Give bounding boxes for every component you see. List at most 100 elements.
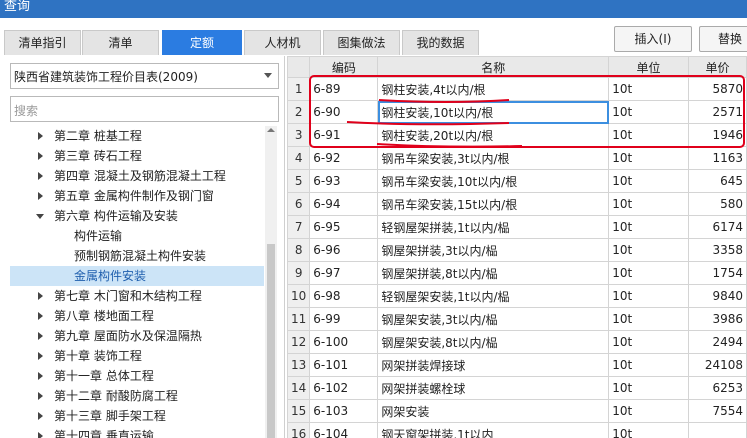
cell-name[interactable]: 钢柱安装,20t以内/根 (377, 123, 610, 147)
cell-price[interactable]: 3986 (687, 307, 747, 331)
cell-unit[interactable]: 10t (608, 376, 689, 400)
expand-arrow-icon[interactable] (38, 152, 43, 160)
tree-item-ch9[interactable]: 第九章 屋面防水及保温隔热 (10, 326, 264, 346)
expand-arrow-icon[interactable] (38, 292, 43, 300)
cell-unit[interactable]: 10t (608, 146, 689, 170)
table-row[interactable]: 14 6-102 网架拼装螺栓球 10t 6253 (287, 376, 747, 400)
cell-unit[interactable]: 10t (608, 353, 689, 377)
table-row[interactable]: 16 6-104 钢天窗架拼装,1t以内 10t (287, 422, 747, 438)
table-row[interactable]: 5 6-93 钢吊车梁安装,10t以内/根 10t 645 (287, 169, 747, 193)
expand-arrow-icon[interactable] (38, 412, 43, 420)
cell-name[interactable]: 钢柱安装,4t以内/根 (377, 77, 610, 101)
cell-code[interactable]: 6-92 (309, 146, 379, 170)
table-row[interactable]: 4 6-92 钢吊车梁安装,3t以内/根 10t 1163 (287, 146, 747, 170)
header-unit[interactable]: 单位 (608, 56, 689, 78)
cell-unit[interactable]: 10t (608, 100, 689, 124)
header-price[interactable]: 单价 (687, 56, 747, 78)
cell-code[interactable]: 6-102 (309, 376, 379, 400)
tree-item-ch7[interactable]: 第七章 木门窗和木结构工程 (10, 286, 264, 306)
tree-item-metal-install[interactable]: 金属构件安装 (10, 266, 264, 286)
table-row[interactable]: 6 6-94 钢吊车梁安装,15t以内/根 10t 580 (287, 192, 747, 216)
tree-scrollbar[interactable] (265, 126, 277, 438)
tree-item-ch5[interactable]: 第五章 金属构件制作及钢门窗 (10, 186, 264, 206)
cell-code[interactable]: 6-99 (309, 307, 379, 331)
cell-code[interactable]: 6-101 (309, 353, 379, 377)
cell-code[interactable]: 6-95 (309, 215, 379, 239)
tab-atlas-method[interactable]: 图集做法 (323, 30, 400, 55)
cell-unit[interactable]: 10t (608, 261, 689, 285)
cell-name[interactable]: 钢柱安装,10t以内/根 (377, 100, 610, 124)
scroll-up-icon[interactable] (267, 128, 275, 132)
table-row[interactable]: 10 6-98 轻钢屋架安装,1t以内/榀 10t 9840 (287, 284, 747, 308)
tree-scrollbar-thumb[interactable] (267, 244, 275, 438)
cell-price[interactable]: 645 (687, 169, 747, 193)
cell-code[interactable]: 6-98 (309, 284, 379, 308)
cell-unit[interactable]: 10t (608, 399, 689, 423)
cell-price[interactable]: 6174 (687, 215, 747, 239)
cell-price[interactable]: 580 (687, 192, 747, 216)
table-row[interactable]: 9 6-97 钢屋架拼装,8t以内/榀 10t 1754 (287, 261, 747, 285)
replace-button[interactable]: 替换 (699, 26, 747, 52)
tree-item-ch13[interactable]: 第十三章 脚手架工程 (10, 406, 264, 426)
cell-name[interactable]: 网架拼装螺栓球 (377, 376, 610, 400)
library-select[interactable]: 陕西省建筑装饰工程价目表(2009) (10, 63, 279, 89)
cell-price[interactable]: 1754 (687, 261, 747, 285)
cell-code[interactable]: 6-94 (309, 192, 379, 216)
table-row[interactable]: 8 6-96 钢屋架拼装,3t以内/榀 10t 3358 (287, 238, 747, 262)
tree-item-ch10[interactable]: 第十章 装饰工程 (10, 346, 264, 366)
expand-arrow-icon[interactable] (38, 432, 43, 438)
cell-code[interactable]: 6-91 (309, 123, 379, 147)
header-name[interactable]: 名称 (377, 56, 610, 78)
expand-arrow-icon[interactable] (38, 392, 43, 400)
expand-arrow-icon[interactable] (38, 352, 43, 360)
cell-name[interactable]: 钢吊车梁安装,3t以内/根 (377, 146, 610, 170)
tab-quota[interactable]: 定额 (162, 30, 242, 55)
table-row[interactable]: 13 6-101 网架拼装焊接球 10t 24108 (287, 353, 747, 377)
cell-unit[interactable]: 10t (608, 77, 689, 101)
cell-price[interactable]: 9840 (687, 284, 747, 308)
cell-code[interactable]: 6-90 (309, 100, 379, 124)
cell-code[interactable]: 6-93 (309, 169, 379, 193)
cell-code[interactable]: 6-103 (309, 399, 379, 423)
tree-item-ch4[interactable]: 第四章 混凝土及钢筋混凝土工程 (10, 166, 264, 186)
cell-unit[interactable]: 10t (608, 238, 689, 262)
table-row[interactable]: 1 6-89 钢柱安装,4t以内/根 10t 5870 (287, 77, 747, 101)
cell-code[interactable]: 6-96 (309, 238, 379, 262)
cell-code[interactable]: 6-89 (309, 77, 379, 101)
expand-arrow-icon[interactable] (38, 332, 43, 340)
chevron-down-icon[interactable] (264, 73, 272, 78)
tree-item-ch11[interactable]: 第十一章 总体工程 (10, 366, 264, 386)
cell-name[interactable]: 钢屋架安装,8t以内/榀 (377, 330, 610, 354)
cell-name[interactable]: 钢天窗架拼装,1t以内 (377, 422, 610, 438)
cell-unit[interactable]: 10t (608, 192, 689, 216)
tree-item-ch14[interactable]: 第十四章 垂直运输 (10, 426, 264, 438)
cell-unit[interactable]: 10t (608, 330, 689, 354)
collapse-arrow-icon[interactable] (36, 214, 44, 219)
cell-price[interactable]: 2494 (687, 330, 747, 354)
table-row[interactable]: 11 6-99 钢屋架安装,3t以内/榀 10t 3986 (287, 307, 747, 331)
cell-name[interactable]: 网架安装 (377, 399, 610, 423)
cell-name[interactable]: 钢屋架拼装,3t以内/榀 (377, 238, 610, 262)
tree-item-component-transport[interactable]: 构件运输 (10, 226, 264, 246)
cell-unit[interactable]: 10t (608, 307, 689, 331)
tree-item-ch3[interactable]: 第三章 砖石工程 (10, 146, 264, 166)
cell-unit[interactable]: 10t (608, 123, 689, 147)
expand-arrow-icon[interactable] (38, 372, 43, 380)
cell-unit[interactable]: 10t (608, 422, 689, 438)
table-row[interactable]: 15 6-103 网架安装 10t 7554 (287, 399, 747, 423)
cell-price[interactable] (687, 422, 747, 438)
cell-name[interactable]: 钢屋架安装,3t以内/榀 (377, 307, 610, 331)
cell-price[interactable]: 1163 (687, 146, 747, 170)
table-row[interactable]: 7 6-95 轻钢屋架拼装,1t以内/榀 10t 6174 (287, 215, 747, 239)
tab-bill[interactable]: 清单 (82, 30, 159, 55)
cell-price[interactable]: 1946 (687, 123, 747, 147)
cell-price[interactable]: 7554 (687, 399, 747, 423)
tree-item-ch8[interactable]: 第八章 楼地面工程 (10, 306, 264, 326)
expand-arrow-icon[interactable] (38, 132, 43, 140)
tree-item-ch6[interactable]: 第六章 构件运输及安装 (10, 206, 264, 226)
cell-name[interactable]: 钢屋架拼装,8t以内/榀 (377, 261, 610, 285)
table-row[interactable]: 2 6-90 钢柱安装,10t以内/根 10t 2571 (287, 100, 747, 124)
cell-code[interactable]: 6-97 (309, 261, 379, 285)
header-code[interactable]: 编码 (309, 56, 379, 78)
cell-code[interactable]: 6-104 (309, 422, 379, 438)
